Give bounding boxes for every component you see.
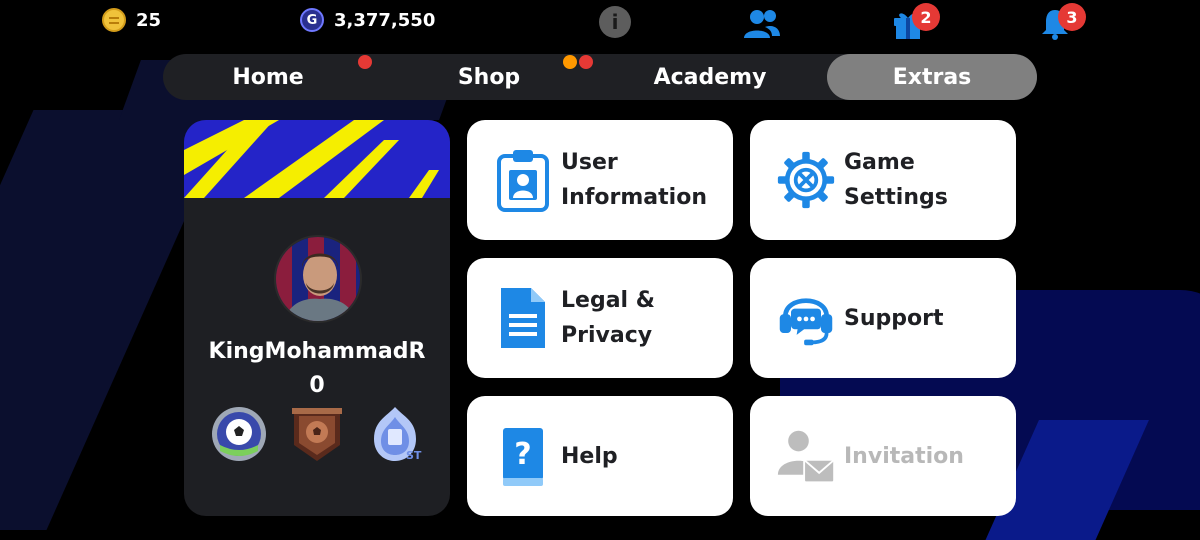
invitation-label: Invitation: [844, 443, 964, 469]
headset-support-icon: [779, 298, 833, 346]
emblem-row: ST: [208, 405, 428, 465]
tab-home[interactable]: Home: [163, 54, 373, 100]
invite-mail-icon: [777, 430, 836, 484]
home-notification-dot: [358, 55, 372, 69]
shop-notification-dot: [579, 55, 593, 69]
user-information-button[interactable]: User Information: [467, 120, 733, 240]
label-line: Legal &: [561, 288, 655, 313]
label-line: User: [561, 150, 618, 175]
gift-badge: 2: [912, 3, 940, 31]
label-line: Game: [844, 150, 915, 175]
legal-privacy-label: Legal & Privacy: [561, 283, 655, 353]
shop-notification-dot: [563, 55, 577, 69]
profile-banner: [184, 120, 450, 198]
support-label: Support: [844, 305, 944, 331]
friends-icon[interactable]: [743, 8, 781, 44]
gear-icon: [777, 151, 835, 209]
gift-icon[interactable]: 2: [892, 3, 940, 40]
help-label: Help: [561, 443, 618, 469]
gp-value: 3,377,550: [334, 9, 436, 31]
fire-st-emblem-icon[interactable]: ST: [366, 405, 424, 463]
label-line: Privacy: [561, 323, 653, 348]
coin-icon: [102, 8, 126, 32]
username-line: KingMohammadR0: [208, 339, 426, 398]
help-book-icon: ?: [503, 428, 543, 486]
main-nav: Home Shop Academy Extras: [163, 54, 1037, 100]
avatar: [274, 235, 362, 323]
game-settings-button[interactable]: Game Settings: [750, 120, 1016, 240]
notification-badge: 3: [1058, 3, 1086, 31]
tab-academy[interactable]: Academy: [605, 54, 815, 100]
svg-text:ST: ST: [406, 449, 422, 462]
gp-icon: G: [300, 8, 324, 32]
football-emblem-icon[interactable]: [210, 405, 268, 463]
coins-value: 25: [136, 9, 162, 31]
info-icon[interactable]: i: [599, 6, 631, 38]
support-button[interactable]: Support: [750, 258, 1016, 378]
shield-emblem-icon[interactable]: [288, 405, 346, 463]
document-icon: [501, 288, 545, 348]
help-button[interactable]: ? Help: [467, 396, 733, 516]
legal-privacy-button[interactable]: Legal & Privacy: [467, 258, 733, 378]
invitation-button[interactable]: Invitation: [750, 396, 1016, 516]
tab-extras[interactable]: Extras: [827, 54, 1037, 100]
svg-text:?: ?: [514, 437, 531, 472]
label-line: Settings: [844, 185, 948, 210]
profile-card[interactable]: KingMohammadR0 7 ST: [184, 120, 450, 516]
game-settings-label: Game Settings: [844, 145, 948, 215]
gp-counter[interactable]: G 3,377,550: [300, 8, 435, 32]
coins-counter[interactable]: 25: [102, 8, 161, 32]
top-status-bar: 25 G 3,377,550 i 2 3: [0, 0, 1200, 44]
label-line: Information: [561, 185, 707, 210]
clipboard-user-icon: [497, 150, 549, 212]
notification-bell-icon[interactable]: 3: [1040, 3, 1086, 40]
user-information-label: User Information: [561, 145, 707, 215]
